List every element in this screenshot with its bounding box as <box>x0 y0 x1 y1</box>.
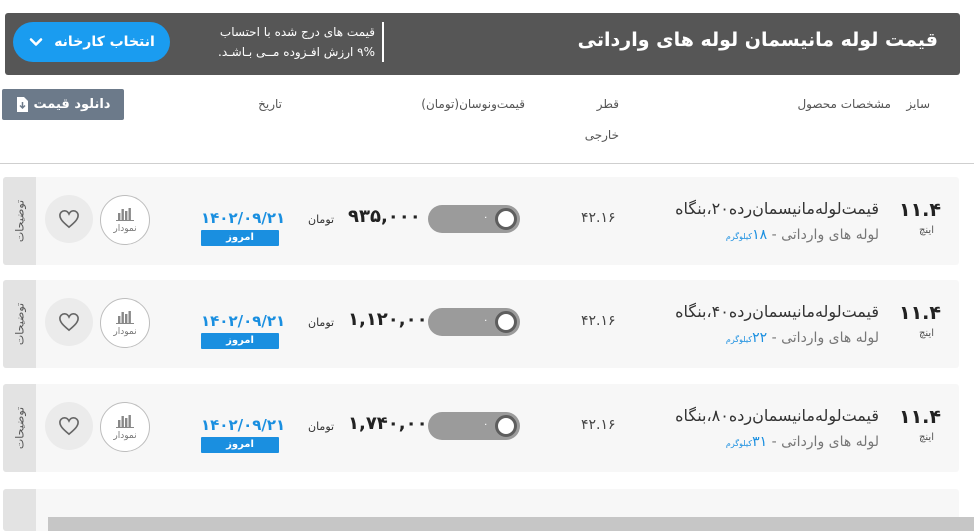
chart-button[interactable]: نمودار <box>100 195 150 245</box>
vat-note: قیمت های درج شده با احتساب ۹% ارزش افـزو… <box>195 22 375 62</box>
price-change-value: ۰ <box>483 419 489 430</box>
favorite-button[interactable] <box>45 298 93 346</box>
price-value: ۱,۱۲۰,۰۰۰ <box>348 309 439 330</box>
bar-chart-icon <box>116 414 134 428</box>
product-details: لوله های وارداتی - ۱۸کیلوگرم <box>725 227 879 243</box>
toggle-knob <box>495 208 517 230</box>
description-tab[interactable]: توضیحات <box>3 280 36 368</box>
column-header-specs: مشخصات محصول <box>797 97 891 111</box>
price-change-toggle[interactable]: ۰ <box>428 205 520 233</box>
size-unit: اینچ <box>918 328 934 339</box>
toggle-knob <box>495 311 517 333</box>
price-change-value: ۰ <box>483 315 489 326</box>
size-unit: اینچ <box>918 432 934 443</box>
price-date: ۱۴۰۲/۰۹/۲۱ <box>201 312 286 330</box>
size-unit: اینچ <box>918 225 934 236</box>
column-header-price: قیمت‌ونوسان(تومان) <box>421 97 525 111</box>
pipe-size: ۱۱.۴ <box>898 199 941 221</box>
description-tab-label: توضیحات <box>13 199 26 243</box>
product-name-link[interactable]: قیمت‌لوله‌مانیسمان‌رده‌۸۰،بنگاه <box>675 406 879 425</box>
weight-unit: کیلوگرم <box>725 232 753 241</box>
chart-button-label: نمودار <box>113 326 137 337</box>
today-badge: امروز <box>201 230 279 246</box>
vat-note-line-1: قیمت های درج شده با احتساب <box>219 25 375 39</box>
price-date: ۱۴۰۲/۰۹/۲۱ <box>201 209 286 227</box>
product-name-link[interactable]: قیمت‌لوله‌مانیسمان‌رده‌۲۰،بنگاه <box>675 199 879 218</box>
header-divider-line <box>0 163 974 164</box>
description-tab[interactable]: توضیحات <box>3 177 36 265</box>
description-tab[interactable] <box>3 489 36 531</box>
header-divider <box>382 22 384 62</box>
product-weight: ۲۲ <box>752 330 768 346</box>
page-header: قیمت لوله مانیسمان لوله های وارداتی قیمت… <box>5 13 960 75</box>
price-change-toggle[interactable]: ۰ <box>428 412 520 440</box>
column-header-diameter-2: خارجی <box>584 128 619 142</box>
download-file-icon <box>16 97 28 112</box>
chart-button-label: نمودار <box>113 223 137 234</box>
pipe-size: ۱۱.۴ <box>898 406 941 428</box>
pipe-size: ۱۱.۴ <box>898 302 941 324</box>
description-tab[interactable]: توضیحات <box>3 384 36 472</box>
today-badge: امروز <box>201 437 279 453</box>
select-factory-label: انتخاب کارخانه <box>54 34 155 50</box>
price-change-value: ۰ <box>483 212 489 223</box>
product-origin: لوله های وارداتی <box>781 227 879 243</box>
bar-chart-icon <box>116 310 134 324</box>
product-details: لوله های وارداتی - ۳۱کیلوگرم <box>725 434 879 450</box>
heart-icon <box>59 312 79 332</box>
select-factory-button[interactable]: انتخاب کارخانه <box>13 22 170 62</box>
currency-label: تومان <box>308 316 335 329</box>
download-price-button[interactable]: دانلود قیمت <box>2 89 124 120</box>
toggle-knob <box>495 415 517 437</box>
product-origin: لوله های وارداتی <box>781 330 879 346</box>
column-header-date: تاریخ <box>258 97 282 111</box>
chart-button[interactable]: نمودار <box>100 298 150 348</box>
description-tab-label: توضیحات <box>13 302 26 346</box>
price-value: ۹۳۵,۰۰۰ <box>348 206 421 227</box>
column-header-diameter: قطر <box>596 97 619 111</box>
outer-diameter: ۴۲.۱۶ <box>581 210 616 226</box>
horizontal-scrollbar[interactable] <box>48 517 974 531</box>
product-name-link[interactable]: قیمت‌لوله‌مانیسمان‌رده‌۴۰،بنگاه <box>675 302 879 321</box>
favorite-button[interactable] <box>45 195 93 243</box>
price-change-toggle[interactable]: ۰ <box>428 308 520 336</box>
product-weight: ۳۱ <box>752 434 768 450</box>
chart-button-label: نمودار <box>113 430 137 441</box>
heart-icon <box>59 209 79 229</box>
heart-icon <box>59 416 79 436</box>
product-details: لوله های وارداتی - ۲۲کیلوگرم <box>725 330 879 346</box>
price-value: ۱,۷۴۰,۰۰۰ <box>348 413 439 434</box>
favorite-button[interactable] <box>45 402 93 450</box>
price-row: توضیحات نمودار ۱۴۰۲/۰۹/۲۱ امروز تومان ۱,… <box>3 280 959 368</box>
outer-diameter: ۴۲.۱۶ <box>581 313 616 329</box>
chevron-down-icon <box>29 38 43 46</box>
product-origin: لوله های وارداتی <box>781 434 879 450</box>
weight-unit: کیلوگرم <box>725 439 753 448</box>
description-tab-label: توضیحات <box>13 406 26 450</box>
column-header-size: سایز <box>906 97 930 111</box>
outer-diameter: ۴۲.۱۶ <box>581 417 616 433</box>
currency-label: تومان <box>308 420 335 433</box>
chart-button[interactable]: نمودار <box>100 402 150 452</box>
weight-unit: کیلوگرم <box>725 335 753 344</box>
price-date: ۱۴۰۲/۰۹/۲۱ <box>201 416 286 434</box>
product-weight: ۱۸ <box>752 227 768 243</box>
currency-label: تومان <box>308 213 335 226</box>
price-row: توضیحات نمودار ۱۴۰۲/۰۹/۲۱ امروز تومان ۹۳… <box>3 177 959 265</box>
download-price-label: دانلود قیمت <box>33 97 111 112</box>
today-badge: امروز <box>201 333 279 349</box>
page-title: قیمت لوله مانیسمان لوله های وارداتی <box>577 29 938 51</box>
price-row: توضیحات نمودار ۱۴۰۲/۰۹/۲۱ امروز تومان ۱,… <box>3 384 959 472</box>
bar-chart-icon <box>116 207 134 221</box>
vat-note-line-2: ۹% ارزش افـزوده مــی بـاشـد. <box>218 45 375 59</box>
